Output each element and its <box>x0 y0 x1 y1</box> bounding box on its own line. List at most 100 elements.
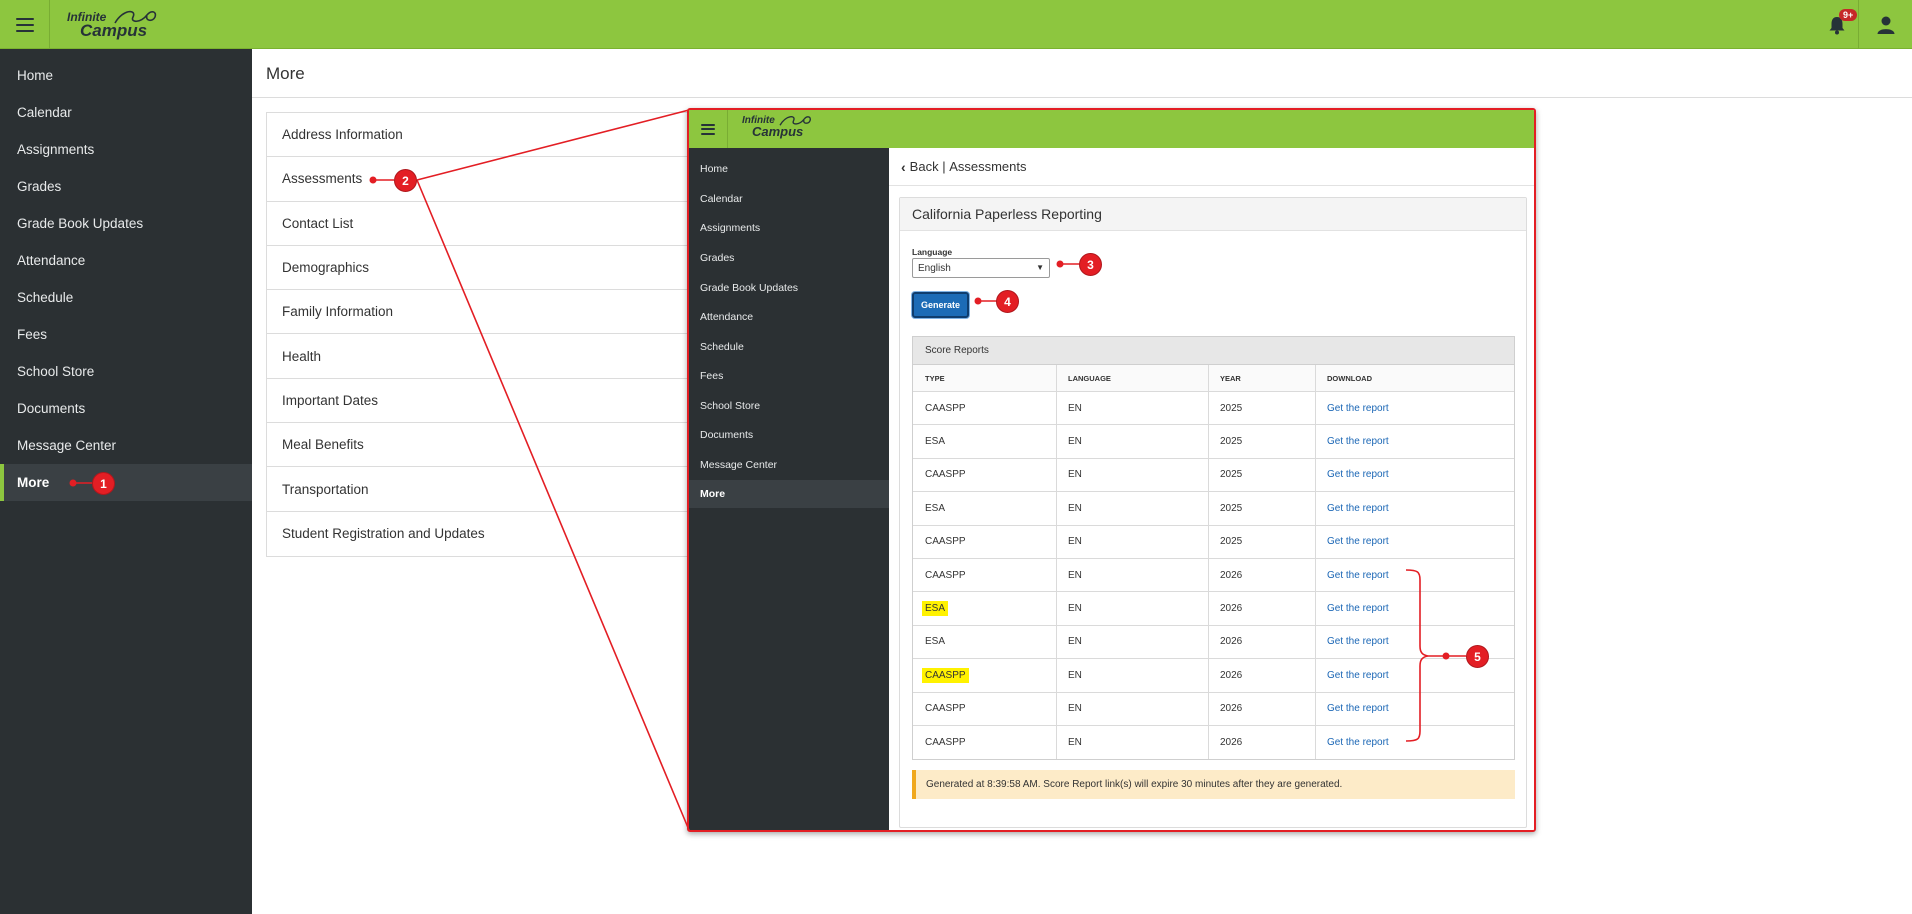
get-report-link[interactable]: Get the report <box>1327 536 1389 547</box>
inset-sidebar-item-grade-book-updates[interactable]: Grade Book Updates <box>689 274 889 302</box>
language-value: EN <box>1068 436 1082 448</box>
table-row: CAASPP EN 2026 Get the report <box>913 659 1514 693</box>
table-header-row: TYPE LANGUAGE YEAR DOWNLOAD <box>913 365 1514 392</box>
sidebar-item-label: Documents <box>700 429 754 441</box>
inset-sidebar-item-school-store[interactable]: School Store <box>689 392 889 420</box>
year-value: 2025 <box>1220 536 1243 548</box>
sidebar-item-label: Fees <box>700 370 724 382</box>
language-value: EN <box>1068 502 1082 514</box>
inset-sidebar-item-calendar[interactable]: Calendar <box>689 185 889 213</box>
score-reports-title: Score Reports <box>913 337 1514 365</box>
get-report-link[interactable]: Get the report <box>1327 636 1389 647</box>
inset-sidebar-item-grades[interactable]: Grades <box>689 244 889 272</box>
menu-button[interactable] <box>0 0 50 49</box>
back-link[interactable]: Back <box>910 159 939 174</box>
language-select-value: English <box>918 262 951 274</box>
inset-logo[interactable]: Infinite Campus <box>742 116 811 138</box>
type-value: CAASPP <box>925 536 966 548</box>
sidebar-item-grade-book-updates[interactable]: Grade Book Updates <box>0 205 252 242</box>
sidebar-item-documents[interactable]: Documents <box>0 390 252 427</box>
list-item-label: Demographics <box>282 260 370 276</box>
table-row: CAASPP EN 2025 Get the report <box>913 525 1514 559</box>
list-item-label: Contact List <box>282 215 354 231</box>
get-report-link[interactable]: Get the report <box>1327 737 1389 748</box>
report-year-cell: 2025 <box>1209 425 1316 458</box>
get-report-link[interactable]: Get the report <box>1327 469 1389 480</box>
column-header-language: LANGUAGE <box>1057 365 1209 391</box>
report-download-cell: Get the report <box>1316 492 1514 524</box>
get-report-link[interactable]: Get the report <box>1327 436 1389 447</box>
sidebar-item-grades[interactable]: Grades <box>0 168 252 205</box>
get-report-link[interactable]: Get the report <box>1327 603 1389 614</box>
language-select[interactable]: English ▼ <box>912 258 1050 278</box>
step-marker-4: 4 <box>996 290 1019 313</box>
column-header-type: TYPE <box>913 365 1057 391</box>
year-value: 2025 <box>1220 436 1243 448</box>
inset-sidebar-item-message-center[interactable]: Message Center <box>689 451 889 479</box>
report-type-cell: CAASPP <box>913 659 1057 692</box>
step-marker-5: 5 <box>1466 645 1489 668</box>
sidebar-item-attendance[interactable]: Attendance <box>0 242 252 279</box>
report-download-cell: Get the report <box>1316 726 1514 759</box>
language-value: EN <box>1068 603 1082 615</box>
list-item-label: Meal Benefits <box>282 437 364 453</box>
infinite-campus-logo[interactable]: Infinite Campus <box>67 10 157 39</box>
sidebar-item-message-center[interactable]: Message Center <box>0 427 252 464</box>
notifications-button[interactable]: 9+ <box>1815 0 1859 49</box>
user-menu-button[interactable] <box>1860 0 1912 49</box>
language-value: EN <box>1068 569 1082 581</box>
list-item-label: Transportation <box>282 481 369 497</box>
sidebar-item-assignments[interactable]: Assignments <box>0 131 252 168</box>
breadcrumb: ‹ Back | Assessments <box>889 148 1534 186</box>
inset-sidebar-item-fees[interactable]: Fees <box>689 362 889 390</box>
logo-swoosh-icon <box>779 116 811 126</box>
report-year-cell: 2026 <box>1209 725 1316 760</box>
report-language-cell: EN <box>1057 525 1209 558</box>
paperless-reporting-card: California Paperless Reporting Language … <box>899 197 1527 828</box>
inset-top-bar: Infinite Campus <box>689 110 1534 148</box>
table-row: ESA EN 2025 Get the report <box>913 492 1514 526</box>
sidebar-item-home[interactable]: Home <box>0 57 252 94</box>
column-header-year: YEAR <box>1209 365 1316 391</box>
sidebar-item-school-store[interactable]: School Store <box>0 353 252 390</box>
report-language-cell: EN <box>1057 725 1209 760</box>
table-row: CAASPP EN 2025 Get the report <box>913 392 1514 426</box>
inset-sidebar-item-attendance[interactable]: Attendance <box>689 303 889 331</box>
language-value: EN <box>1068 669 1082 681</box>
get-report-link[interactable]: Get the report <box>1327 403 1389 414</box>
sidebar-item-label: More <box>700 488 726 500</box>
get-report-link[interactable]: Get the report <box>1327 503 1389 514</box>
report-type-cell: CAASPP <box>913 458 1057 492</box>
user-icon <box>1877 16 1895 34</box>
year-value: 2025 <box>1220 402 1243 414</box>
report-download-cell: Get the report <box>1316 459 1514 491</box>
year-value: 2025 <box>1220 469 1243 481</box>
inset-sidebar-item-assignments[interactable]: Assignments <box>689 214 889 242</box>
get-report-link[interactable]: Get the report <box>1327 570 1389 581</box>
report-type-cell: ESA <box>913 425 1057 458</box>
sidebar-item-label: Attendance <box>17 253 86 268</box>
inset-sidebar-item-more[interactable]: More <box>689 480 889 508</box>
column-header-download: DOWNLOAD <box>1327 373 1372 383</box>
report-type-cell: CAASPP <box>913 392 1057 425</box>
sidebar-item-more[interactable]: More <box>0 464 252 501</box>
sidebar-item-schedule[interactable]: Schedule <box>0 279 252 316</box>
get-report-link[interactable]: Get the report <box>1327 703 1389 714</box>
table-row: CAASPP EN 2026 Get the report <box>913 692 1514 726</box>
inset-menu-button[interactable] <box>689 110 728 148</box>
sidebar-item-calendar[interactable]: Calendar <box>0 94 252 131</box>
generate-button[interactable]: Generate <box>912 292 969 318</box>
type-value: ESA <box>925 636 946 648</box>
report-language-cell: EN <box>1057 692 1209 725</box>
list-item-label: Address Information <box>282 127 403 143</box>
sidebar-item-label: Grades <box>700 252 735 264</box>
inset-sidebar-item-home[interactable]: Home <box>689 155 889 183</box>
page-title: More <box>266 64 305 83</box>
sidebar-item-label: Calendar <box>17 105 72 120</box>
inset-sidebar-item-documents[interactable]: Documents <box>689 421 889 449</box>
inset-sidebar-item-schedule[interactable]: Schedule <box>689 333 889 361</box>
sidebar-item-fees[interactable]: Fees <box>0 316 252 353</box>
get-report-link[interactable]: Get the report <box>1327 670 1389 681</box>
sidebar-item-label: School Store <box>700 400 761 412</box>
year-value: 2026 <box>1220 703 1243 715</box>
